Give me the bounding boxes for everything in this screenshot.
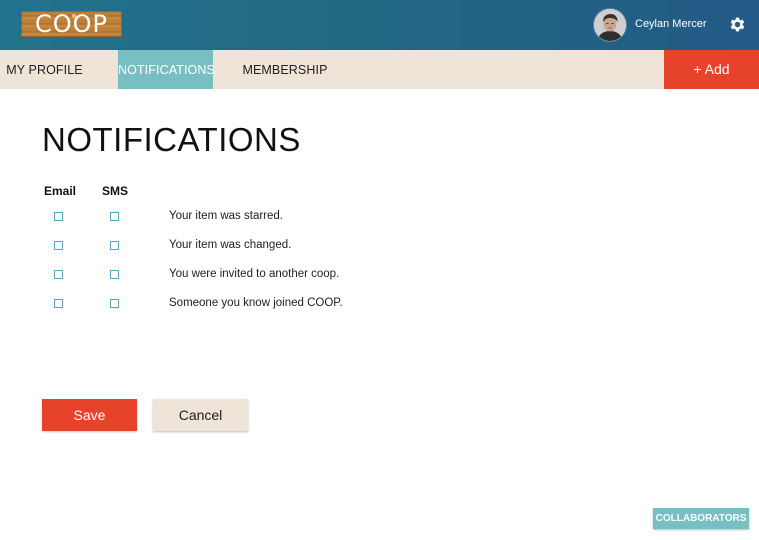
notification-row: Your item was changed. [0,238,520,258]
gear-icon[interactable] [728,15,747,34]
add-button[interactable]: + Add [664,50,759,89]
notification-row: Your item was starred. [0,209,520,229]
notification-label: Someone you know joined COOP. [169,297,343,309]
email-checkbox[interactable] [54,212,63,221]
notification-row: You were invited to another coop. [0,267,520,287]
tab-notifications[interactable]: NOTIFICATIONS [118,50,215,89]
avatar-portrait-icon [594,9,626,41]
tab-membership[interactable]: MEMBERSHIP [241,50,329,89]
sms-checkbox[interactable] [110,299,119,308]
email-checkbox[interactable] [54,270,63,279]
email-checkbox[interactable] [54,299,63,308]
top-bar: COOP Ceylan Mercer [0,0,759,50]
notification-label: Your item was starred. [169,210,283,222]
page-title: NOTIFICATIONS [42,121,301,158]
logo-dot [72,14,76,18]
notification-label: You were invited to another coop. [169,268,340,280]
column-header-email: Email [44,184,77,198]
cancel-button[interactable]: Cancel [153,399,248,431]
sms-checkbox[interactable] [110,212,119,221]
column-header-sms: SMS [102,184,129,198]
save-button[interactable]: Save [42,399,137,431]
email-checkbox[interactable] [54,241,63,250]
tab-bar: MY PROFILE NOTIFICATIONS MEMBERSHIP [0,50,759,89]
notification-row: Someone you know joined COOP. [0,296,520,316]
collaborators-button[interactable]: COLLABORATORS [653,508,749,529]
user-name[interactable]: Ceylan Mercer [635,17,707,31]
notification-label: Your item was changed. [169,239,292,251]
sms-checkbox[interactable] [110,270,119,279]
tab-my-profile[interactable]: MY PROFILE [0,50,89,89]
sms-checkbox[interactable] [110,241,119,250]
avatar[interactable] [594,9,626,41]
coop-logo[interactable]: COOP [21,11,122,38]
